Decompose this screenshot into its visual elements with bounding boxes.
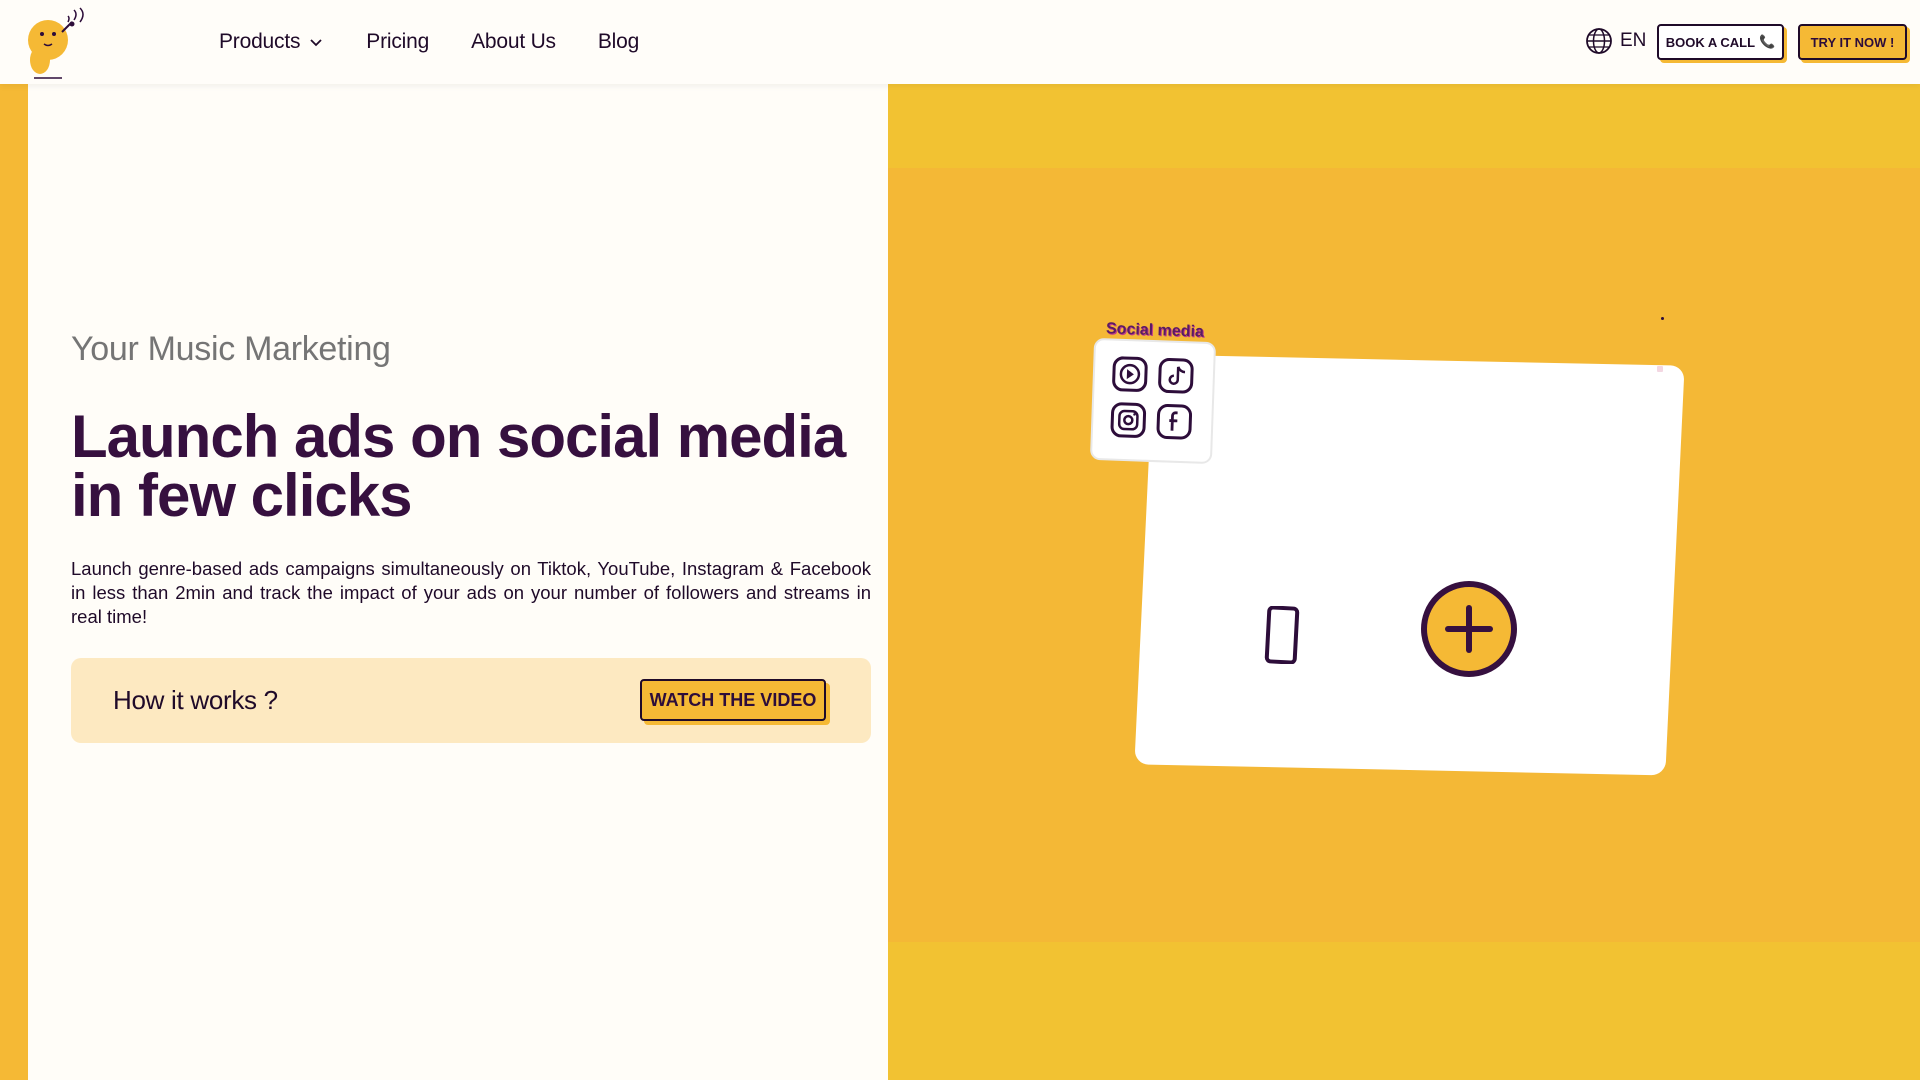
facebook-icon[interactable] <box>1155 402 1194 441</box>
card-corner-dot <box>1657 366 1663 372</box>
hero-description: Launch genre-based ads campaigns simulta… <box>71 558 871 627</box>
hero-headline: Launch ads on social media in few clicks <box>71 403 846 529</box>
add-plus-icon[interactable] <box>1420 580 1518 678</box>
hero-panel: Your Music Marketing Launch ads on socia… <box>28 84 888 1080</box>
language-selector[interactable]: EN <box>1584 26 1646 56</box>
book-call-label: BOOK A CALL <box>1665 34 1756 50</box>
illustration-card <box>1134 354 1685 776</box>
nav-blog[interactable]: Blog <box>598 30 639 54</box>
nav-products-label: Products <box>219 30 301 53</box>
social-media-card <box>1089 337 1217 465</box>
try-now-button[interactable]: TRY IT NOW ! <box>1798 24 1907 60</box>
main-nav: Products Pricing About Us Blog <box>219 0 639 84</box>
illustration-band-top <box>888 84 1920 168</box>
try-now-label: TRY IT NOW ! <box>1810 34 1895 50</box>
logo-mascot-icon[interactable] <box>14 4 92 80</box>
smartphone-icon <box>1264 606 1300 664</box>
how-it-works-label: How it works ? <box>113 685 278 715</box>
globe-icon <box>1586 28 1612 54</box>
nav-blog-label: Blog <box>597 30 640 53</box>
how-it-works-box: How it works ? WATCH THE VIDEO <box>71 658 871 743</box>
tiktok-icon[interactable] <box>1156 356 1195 395</box>
nav-about[interactable]: About Us <box>471 30 556 54</box>
nav-products[interactable]: Products <box>219 30 324 54</box>
book-call-button[interactable]: BOOK A CALL 📞 <box>1657 24 1784 60</box>
navbar: Products Pricing About Us Blog EN BOOK A… <box>0 0 1920 84</box>
youtube-icon[interactable] <box>1110 355 1149 394</box>
instagram-icon[interactable] <box>1109 400 1148 439</box>
hero-eyebrow: Your Music Marketing <box>71 330 391 368</box>
language-label: EN <box>1620 30 1647 51</box>
nav-about-label: About Us <box>471 30 556 53</box>
illustration-band-bottom <box>888 942 1920 1080</box>
nav-pricing-label: Pricing <box>366 30 430 53</box>
sparkle-dot <box>1661 317 1664 320</box>
chevron-down-icon <box>310 39 322 47</box>
watch-video-label: WATCH THE VIDEO <box>649 689 817 710</box>
watch-video-button[interactable]: WATCH THE VIDEO <box>640 679 826 721</box>
phone-icon: 📞 <box>1759 34 1776 49</box>
nav-pricing[interactable]: Pricing <box>366 30 429 54</box>
